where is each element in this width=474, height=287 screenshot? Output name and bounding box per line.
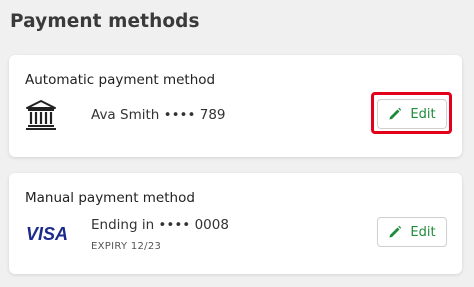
visa-logo-icon: VISA xyxy=(26,224,68,243)
pencil-icon xyxy=(389,225,402,238)
edit-automatic-label: Edit xyxy=(410,106,436,122)
edit-manual-label: Edit xyxy=(410,224,436,240)
manual-payment-title: Manual payment method xyxy=(25,190,195,206)
page-title: Payment methods xyxy=(10,11,200,32)
automatic-account-name: Ava Smith •••• 789 xyxy=(91,107,226,123)
manual-card-expiry: EXPIRY 12/23 xyxy=(91,241,162,252)
manual-payment-card: Manual payment method VISA Ending in •••… xyxy=(9,173,462,274)
automatic-payment-card: Automatic payment method Ava Smith •••• … xyxy=(9,55,462,157)
pencil-icon xyxy=(389,107,402,120)
bank-icon xyxy=(26,100,56,130)
manual-card-ending: Ending in •••• 0008 xyxy=(91,217,229,233)
visa-logo-text: VISA xyxy=(26,224,68,243)
edit-manual-button[interactable]: Edit xyxy=(377,217,447,247)
edit-automatic-button[interactable]: Edit xyxy=(377,99,447,129)
automatic-payment-title: Automatic payment method xyxy=(25,72,216,88)
